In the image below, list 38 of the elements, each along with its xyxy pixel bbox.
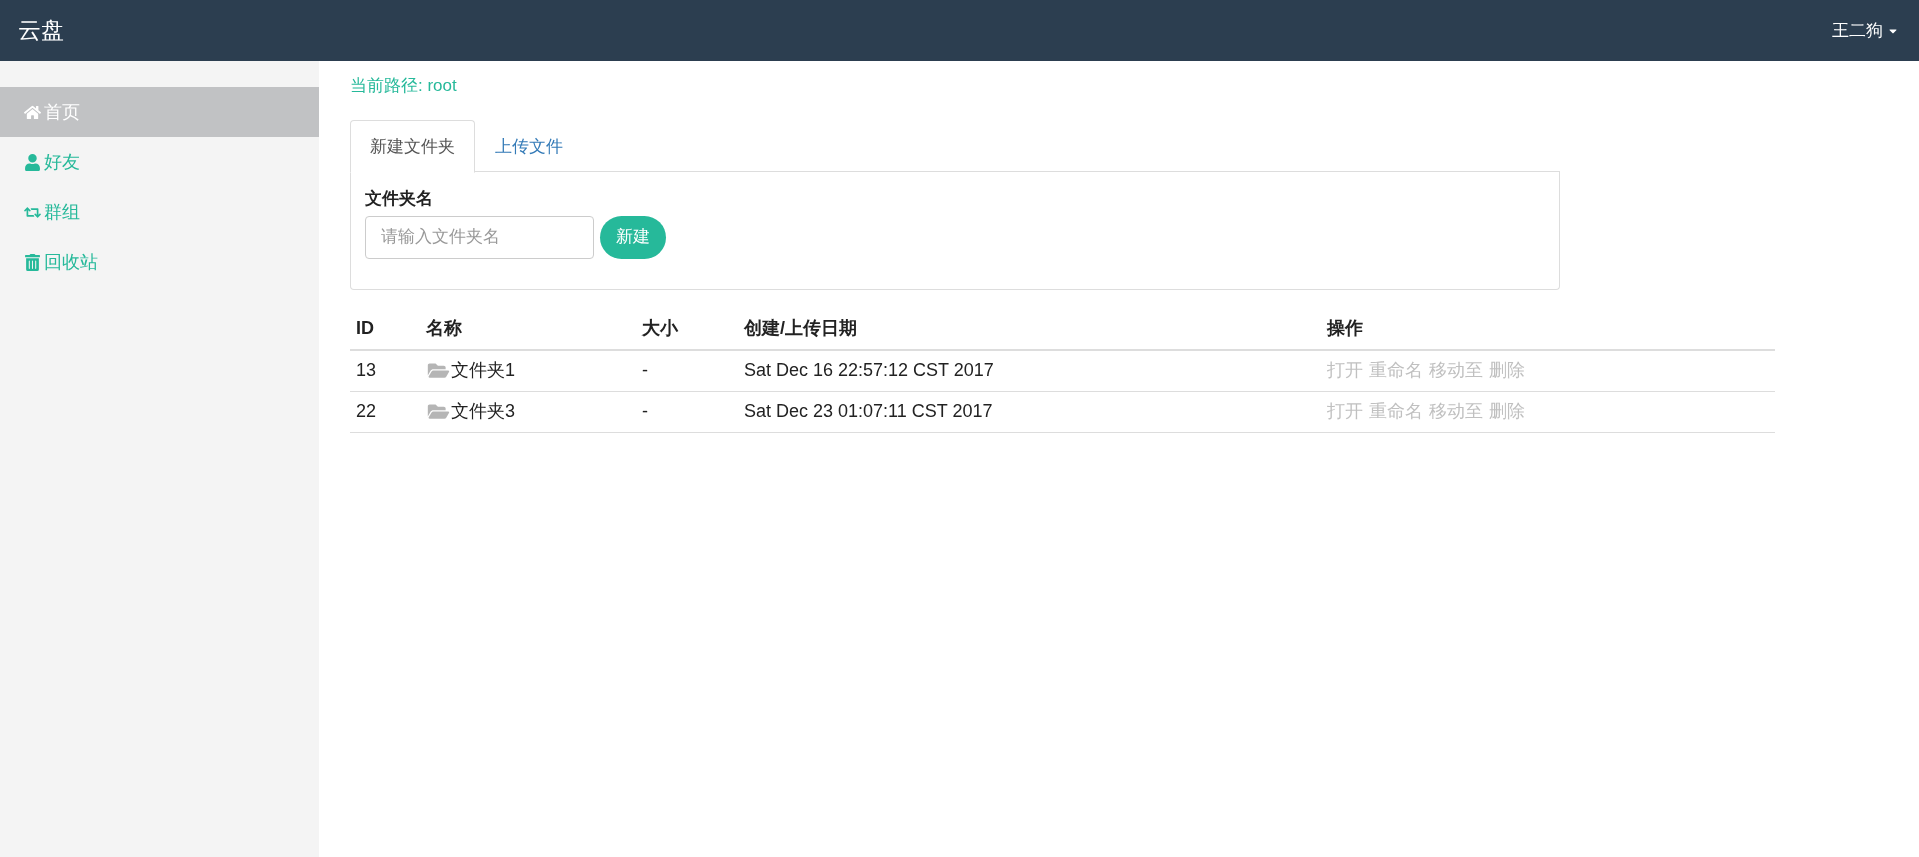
action-link[interactable]: 删除	[1489, 357, 1525, 384]
action-link[interactable]: 打开	[1327, 357, 1363, 384]
table-cell: -	[642, 401, 648, 421]
sidebar-item[interactable]: 群组	[0, 187, 319, 237]
action-link[interactable]: 重命名	[1369, 357, 1423, 384]
table-cell: Sat Dec 16 22:57:12 CST 2017	[744, 360, 994, 380]
column-header: 大小	[642, 318, 678, 338]
current-path: 当前路径: root	[350, 75, 458, 97]
action-link[interactable]: 移动至	[1429, 398, 1483, 425]
folder-name: 文件夹1	[451, 359, 515, 382]
tab[interactable]: 上传文件	[475, 120, 583, 173]
folder-name: 文件夹3	[451, 400, 515, 423]
action-link[interactable]: 删除	[1489, 398, 1525, 425]
table-cell: -	[642, 360, 648, 380]
home-icon	[24, 103, 41, 121]
brand-title: 云盘	[18, 16, 64, 46]
create-button[interactable]: 新建	[600, 215, 666, 259]
column-header: 名称	[426, 318, 462, 338]
sidebar-item[interactable]: 首页	[0, 87, 319, 137]
sidebar-item[interactable]: 回收站	[0, 237, 319, 287]
column-header: 操作	[1327, 318, 1363, 338]
action-link[interactable]: 移动至	[1429, 357, 1483, 384]
table-cell: 22	[356, 401, 377, 421]
field-label: 文件夹名	[365, 188, 434, 210]
user-menu[interactable]: 王二狗	[1832, 17, 1901, 44]
table-cell: 13	[356, 360, 377, 380]
user-icon	[24, 153, 41, 171]
folder-icon	[426, 361, 451, 380]
action-link[interactable]: 打开	[1327, 398, 1363, 425]
table-cell: Sat Dec 23 01:07:11 CST 2017	[744, 401, 993, 421]
tab[interactable]: 新建文件夹	[350, 120, 475, 173]
trash-icon	[24, 253, 41, 271]
column-header: ID	[356, 318, 374, 338]
column-header: 创建/上传日期	[744, 318, 857, 338]
sidebar-item[interactable]: 好友	[0, 137, 319, 187]
folder-icon	[426, 402, 451, 421]
folder-name-input[interactable]: 请输入文件夹名	[365, 215, 594, 259]
action-link[interactable]: 重命名	[1369, 398, 1423, 425]
